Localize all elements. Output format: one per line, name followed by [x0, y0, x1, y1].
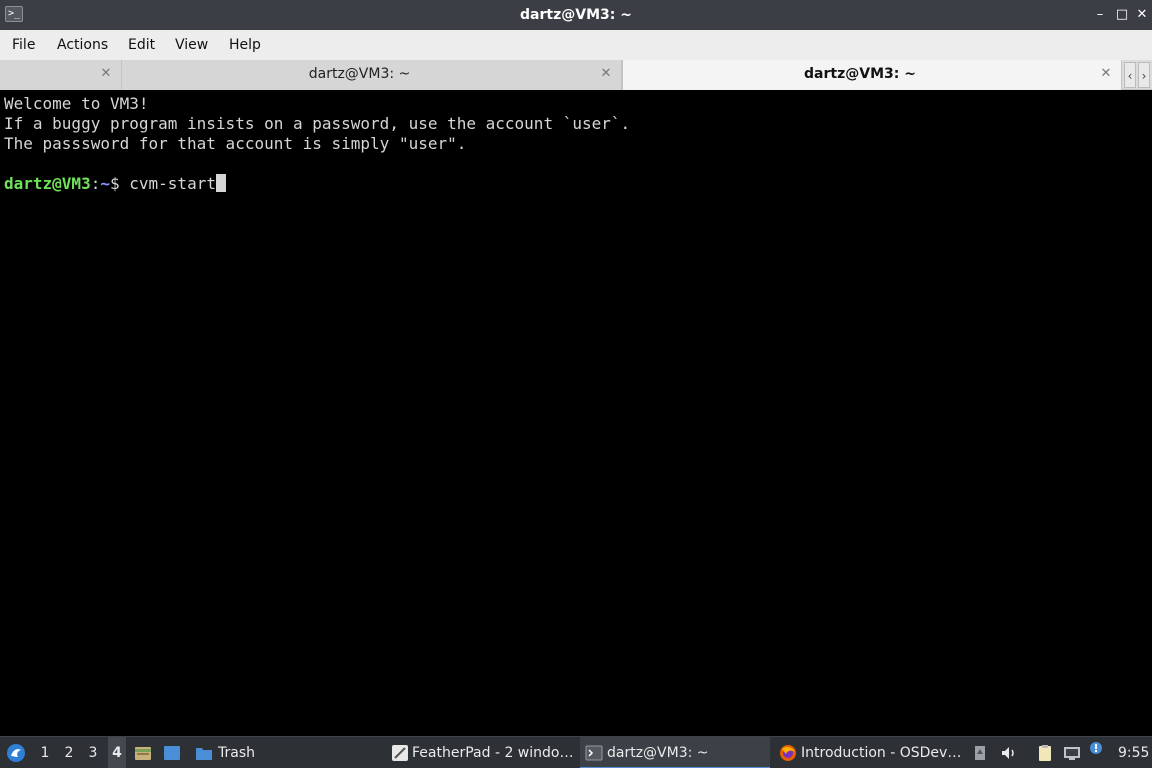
- trash-label[interactable]: Trash: [218, 737, 255, 768]
- usb-icon[interactable]: [972, 744, 988, 762]
- command-input[interactable]: cvm-start: [129, 174, 216, 193]
- taskbar: 1 2 3 4 Trash FeatherPad - 2 windo… dart…: [0, 736, 1152, 768]
- desktop-4[interactable]: 4: [108, 737, 126, 768]
- tab-label: [0, 60, 97, 90]
- prompt-user: dartz@VM3: [4, 174, 91, 193]
- trash-folder-icon[interactable]: [195, 744, 213, 762]
- terminal-line: Welcome to VM3!: [4, 94, 149, 113]
- menu-file[interactable]: File: [12, 30, 35, 60]
- lxqt-menu-icon[interactable]: [6, 743, 26, 763]
- desktop-3[interactable]: 3: [84, 737, 102, 768]
- volume-icon[interactable]: [1000, 744, 1018, 762]
- file-manager-icon[interactable]: [134, 744, 152, 762]
- tab-close-icon[interactable]: ✕: [99, 66, 113, 82]
- menu-edit[interactable]: Edit: [128, 30, 155, 60]
- tab-scroll-left-icon[interactable]: ‹: [1124, 62, 1136, 88]
- tab-bar: ✕ dartz@VM3: ~ ✕ dartz@VM3: ~ ✕ ‹ ›: [0, 60, 1152, 90]
- terminal-line: If a buggy program insists on a password…: [4, 114, 631, 133]
- window-title: dartz@VM3: ~: [520, 7, 632, 23]
- show-desktop-icon[interactable]: [163, 744, 181, 762]
- desktop-2[interactable]: 2: [60, 737, 78, 768]
- prompt-separator: :: [90, 174, 101, 193]
- tab-3[interactable]: dartz@VM3: ~ ✕: [622, 60, 1122, 90]
- task-firefox[interactable]: Introduction - OSDev…: [801, 737, 963, 768]
- terminal-view[interactable]: Welcome to VM3! If a buggy program insis…: [0, 91, 1152, 736]
- prompt-path: ~: [100, 174, 110, 193]
- menu-actions[interactable]: Actions: [57, 30, 108, 60]
- maximize-button[interactable]: □: [1114, 6, 1130, 24]
- terminal-icon: [585, 744, 603, 762]
- clock[interactable]: 9:55: [1118, 737, 1149, 768]
- terminal-line: The passsword for that account is simply…: [4, 134, 467, 153]
- tab-1[interactable]: ✕: [0, 60, 122, 90]
- desktop-1[interactable]: 1: [36, 737, 54, 768]
- tab-close-icon[interactable]: ✕: [599, 66, 613, 82]
- window-titlebar[interactable]: >_ dartz@VM3: ~ – □ ✕: [0, 0, 1152, 30]
- network-icon[interactable]: [1063, 744, 1081, 762]
- terminal-prompt-line: dartz@VM3:~$ cvm-start: [4, 174, 226, 194]
- text-cursor: [215, 174, 226, 192]
- clipboard-icon[interactable]: [1036, 744, 1054, 762]
- update-notifier-icon[interactable]: [1089, 741, 1103, 755]
- tab-close-icon[interactable]: ✕: [1099, 66, 1113, 82]
- prompt-symbol: $: [109, 174, 120, 193]
- tab-label: dartz@VM3: ~: [804, 66, 916, 82]
- minimize-button[interactable]: –: [1092, 6, 1108, 24]
- menu-view[interactable]: View: [175, 30, 208, 60]
- task-terminal[interactable]: dartz@VM3: ~: [580, 737, 770, 768]
- featherpad-icon: [391, 744, 409, 762]
- close-window-button[interactable]: ✕: [1134, 6, 1150, 24]
- firefox-icon: [779, 744, 797, 762]
- menu-bar: File Actions Edit View Help: [0, 30, 1152, 60]
- task-featherpad[interactable]: FeatherPad - 2 windo…: [412, 737, 574, 768]
- tab-2[interactable]: dartz@VM3: ~ ✕: [122, 60, 622, 90]
- tab-label: dartz@VM3: ~: [308, 66, 411, 82]
- tab-scroll-right-icon[interactable]: ›: [1138, 62, 1150, 88]
- menu-help[interactable]: Help: [229, 30, 261, 60]
